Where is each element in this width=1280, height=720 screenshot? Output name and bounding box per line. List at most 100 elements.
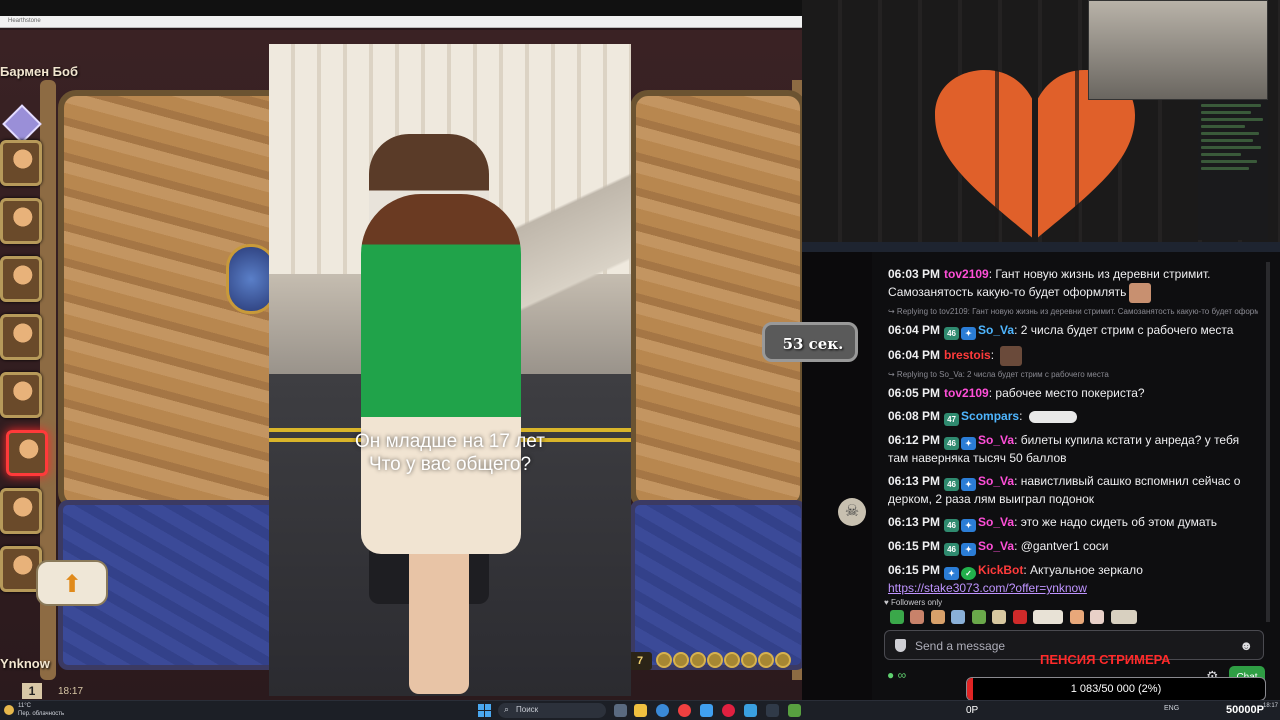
chat-message-text: 2 числа будет стрим с рабочего места (1020, 323, 1234, 337)
chat-emote (1028, 410, 1077, 423)
chat-username[interactable]: So_Va (978, 433, 1014, 447)
webcam-inset (1088, 0, 1268, 100)
emote-button[interactable] (890, 610, 904, 624)
chat-link[interactable]: https://stake3073.com/?offer=ynknow (888, 581, 1087, 595)
tavern-minion-3[interactable] (0, 256, 42, 302)
emote-button[interactable] (951, 610, 966, 624)
subscriber-badge: 46 (944, 327, 960, 340)
overlay-counter-left: 0Р (966, 705, 979, 716)
emote-button[interactable] (930, 610, 945, 624)
chat-message: 06:13 PM 46 ✦ So_Va: навистливый сашко вспо… (888, 474, 1241, 506)
taskbar-app-taskview-icon[interactable] (614, 704, 627, 717)
chat-message: 06:03 PM tov2109: Гант новую жизнь из дер… (888, 266, 1258, 303)
vertical-video-overlay[interactable]: Он младше на 17 лет Что у вас общего? (269, 44, 631, 696)
emote-bar (890, 610, 1139, 628)
turn-timer: 53 сек. (762, 322, 858, 362)
coin-icon (724, 652, 740, 668)
subscriber-badge: 46 (944, 543, 960, 556)
emote-button[interactable] (1090, 610, 1105, 624)
mini-chat-line (1201, 139, 1253, 142)
chat-username[interactable]: So_Va (978, 323, 1014, 337)
board-blue-panel-right (630, 500, 802, 670)
taskbar-app-icon[interactable] (788, 704, 801, 717)
emote-button[interactable] (1012, 610, 1027, 624)
tray-language[interactable]: ENG (1164, 705, 1179, 712)
chat-username[interactable]: So_Va (978, 515, 1014, 529)
taskbar-app-chrome-icon[interactable] (656, 704, 669, 717)
chat-message-text: это же надо сидеть об этом думать (1020, 515, 1218, 529)
skull-icon: ☠ (838, 498, 866, 526)
chat-timestamp: 06:04 PM (888, 348, 941, 363)
upgrade-arrow-icon: ⬆ (62, 571, 83, 598)
overlay-counter-right: 50000Р (1226, 704, 1264, 716)
tavern-minion-2[interactable] (0, 198, 42, 244)
taskbar-app-telegram-icon[interactable] (744, 704, 757, 717)
gold-count: 7 (628, 652, 652, 670)
emote-button[interactable] (910, 610, 925, 624)
chat-timestamp: 06:04 PM (888, 323, 941, 337)
points-value: ∞ (897, 668, 907, 682)
weather-icon[interactable] (4, 705, 14, 715)
chat-username[interactable]: tov2109 (944, 386, 989, 400)
tavern-minion-1[interactable] (0, 140, 42, 186)
tavern-minion-4[interactable] (0, 314, 42, 360)
taskbar-app-explorer-icon[interactable] (634, 704, 647, 717)
mini-chat-line (1201, 125, 1245, 128)
emoji-picker-icon[interactable]: ☻ (1239, 638, 1253, 653)
chat-timestamp: 06:13 PM (888, 515, 941, 529)
mini-chat-line (1201, 146, 1261, 149)
tavern-minion-7[interactable] (0, 488, 42, 534)
emote-button[interactable] (1110, 610, 1137, 624)
start-button[interactable] (478, 704, 491, 717)
chat-timestamp: 06:15 PM (888, 563, 941, 577)
mini-chat-line (1201, 160, 1257, 163)
chat-scrollbar[interactable] (1266, 262, 1270, 622)
emote-button[interactable] (971, 610, 986, 624)
goal-title: ПЕНСИЯ СТРИМЕРА (1040, 652, 1171, 667)
chat-username[interactable]: Scompars (961, 409, 1019, 423)
chat-username[interactable]: tov2109 (944, 267, 989, 281)
tavern-minion-selected[interactable] (6, 430, 48, 476)
taskbar-search[interactable]: ⌕ Поиск (498, 703, 606, 718)
video-caption-line-2: Что у вас общего? (368, 454, 532, 475)
video-person-legs (409, 544, 469, 694)
emote-button[interactable] (992, 610, 1007, 624)
followers-only-notice: ♥ Followers only (884, 598, 943, 607)
chat-message: 06:15 PM ✦ ✓ KickBot: Актуальное зеркало htt… (888, 563, 1143, 595)
chat-message-text: навистливый сашко вспомнил сейчас о дерк… (888, 474, 1241, 506)
chat-emote (1000, 346, 1023, 366)
mini-chat-line (1201, 111, 1251, 114)
tavern-upgrade-button[interactable]: ⬆ (36, 560, 108, 606)
coin-icon (656, 652, 672, 668)
shield-icon (895, 639, 906, 652)
chat-username[interactable]: So_Va (978, 539, 1014, 553)
chat-message: 06:05 PM tov2109: рабочее место покериста… (888, 386, 1145, 400)
chat-username[interactable]: KickBot (978, 563, 1023, 577)
mini-chat-line (1201, 104, 1261, 107)
taskbar-app-opera-icon[interactable] (722, 704, 735, 717)
emote-button[interactable] (1069, 610, 1084, 624)
verified-badge-icon: ✓ (961, 567, 977, 580)
chat-emote (1129, 283, 1152, 303)
player-level-badge: 1 (22, 683, 42, 699)
emote-button[interactable] (1033, 610, 1064, 624)
coin-icon (673, 652, 689, 668)
gold-coins (656, 652, 792, 670)
chat-timestamp: 06:12 PM (888, 433, 941, 447)
game-window-titlebar[interactable]: Hearthstone (0, 16, 802, 28)
chat-username[interactable]: So_Va (978, 474, 1014, 488)
taskbar-app-yandex-icon[interactable] (678, 704, 691, 717)
channel-points[interactable]: ● ∞ (887, 668, 906, 682)
taskbar-app-obs-icon[interactable] (766, 704, 779, 717)
coin-icon (775, 652, 791, 668)
opponent-hero-name: Бармен Боб (0, 64, 78, 79)
taskbar-app-todo-icon[interactable] (700, 704, 713, 717)
weather-widget[interactable]: 11°C Пер. облачность (18, 702, 64, 718)
tavern-minion-5[interactable] (0, 372, 42, 418)
vip-badge-icon: ✦ (961, 478, 977, 491)
game-clock: 18:17 (58, 686, 84, 697)
vip-badge-icon: ✦ (944, 567, 960, 580)
chat-username[interactable]: brestois (944, 348, 991, 362)
turn-timer-text: 53 сек. (782, 335, 844, 353)
chat-timestamp: 06:15 PM (888, 539, 941, 553)
